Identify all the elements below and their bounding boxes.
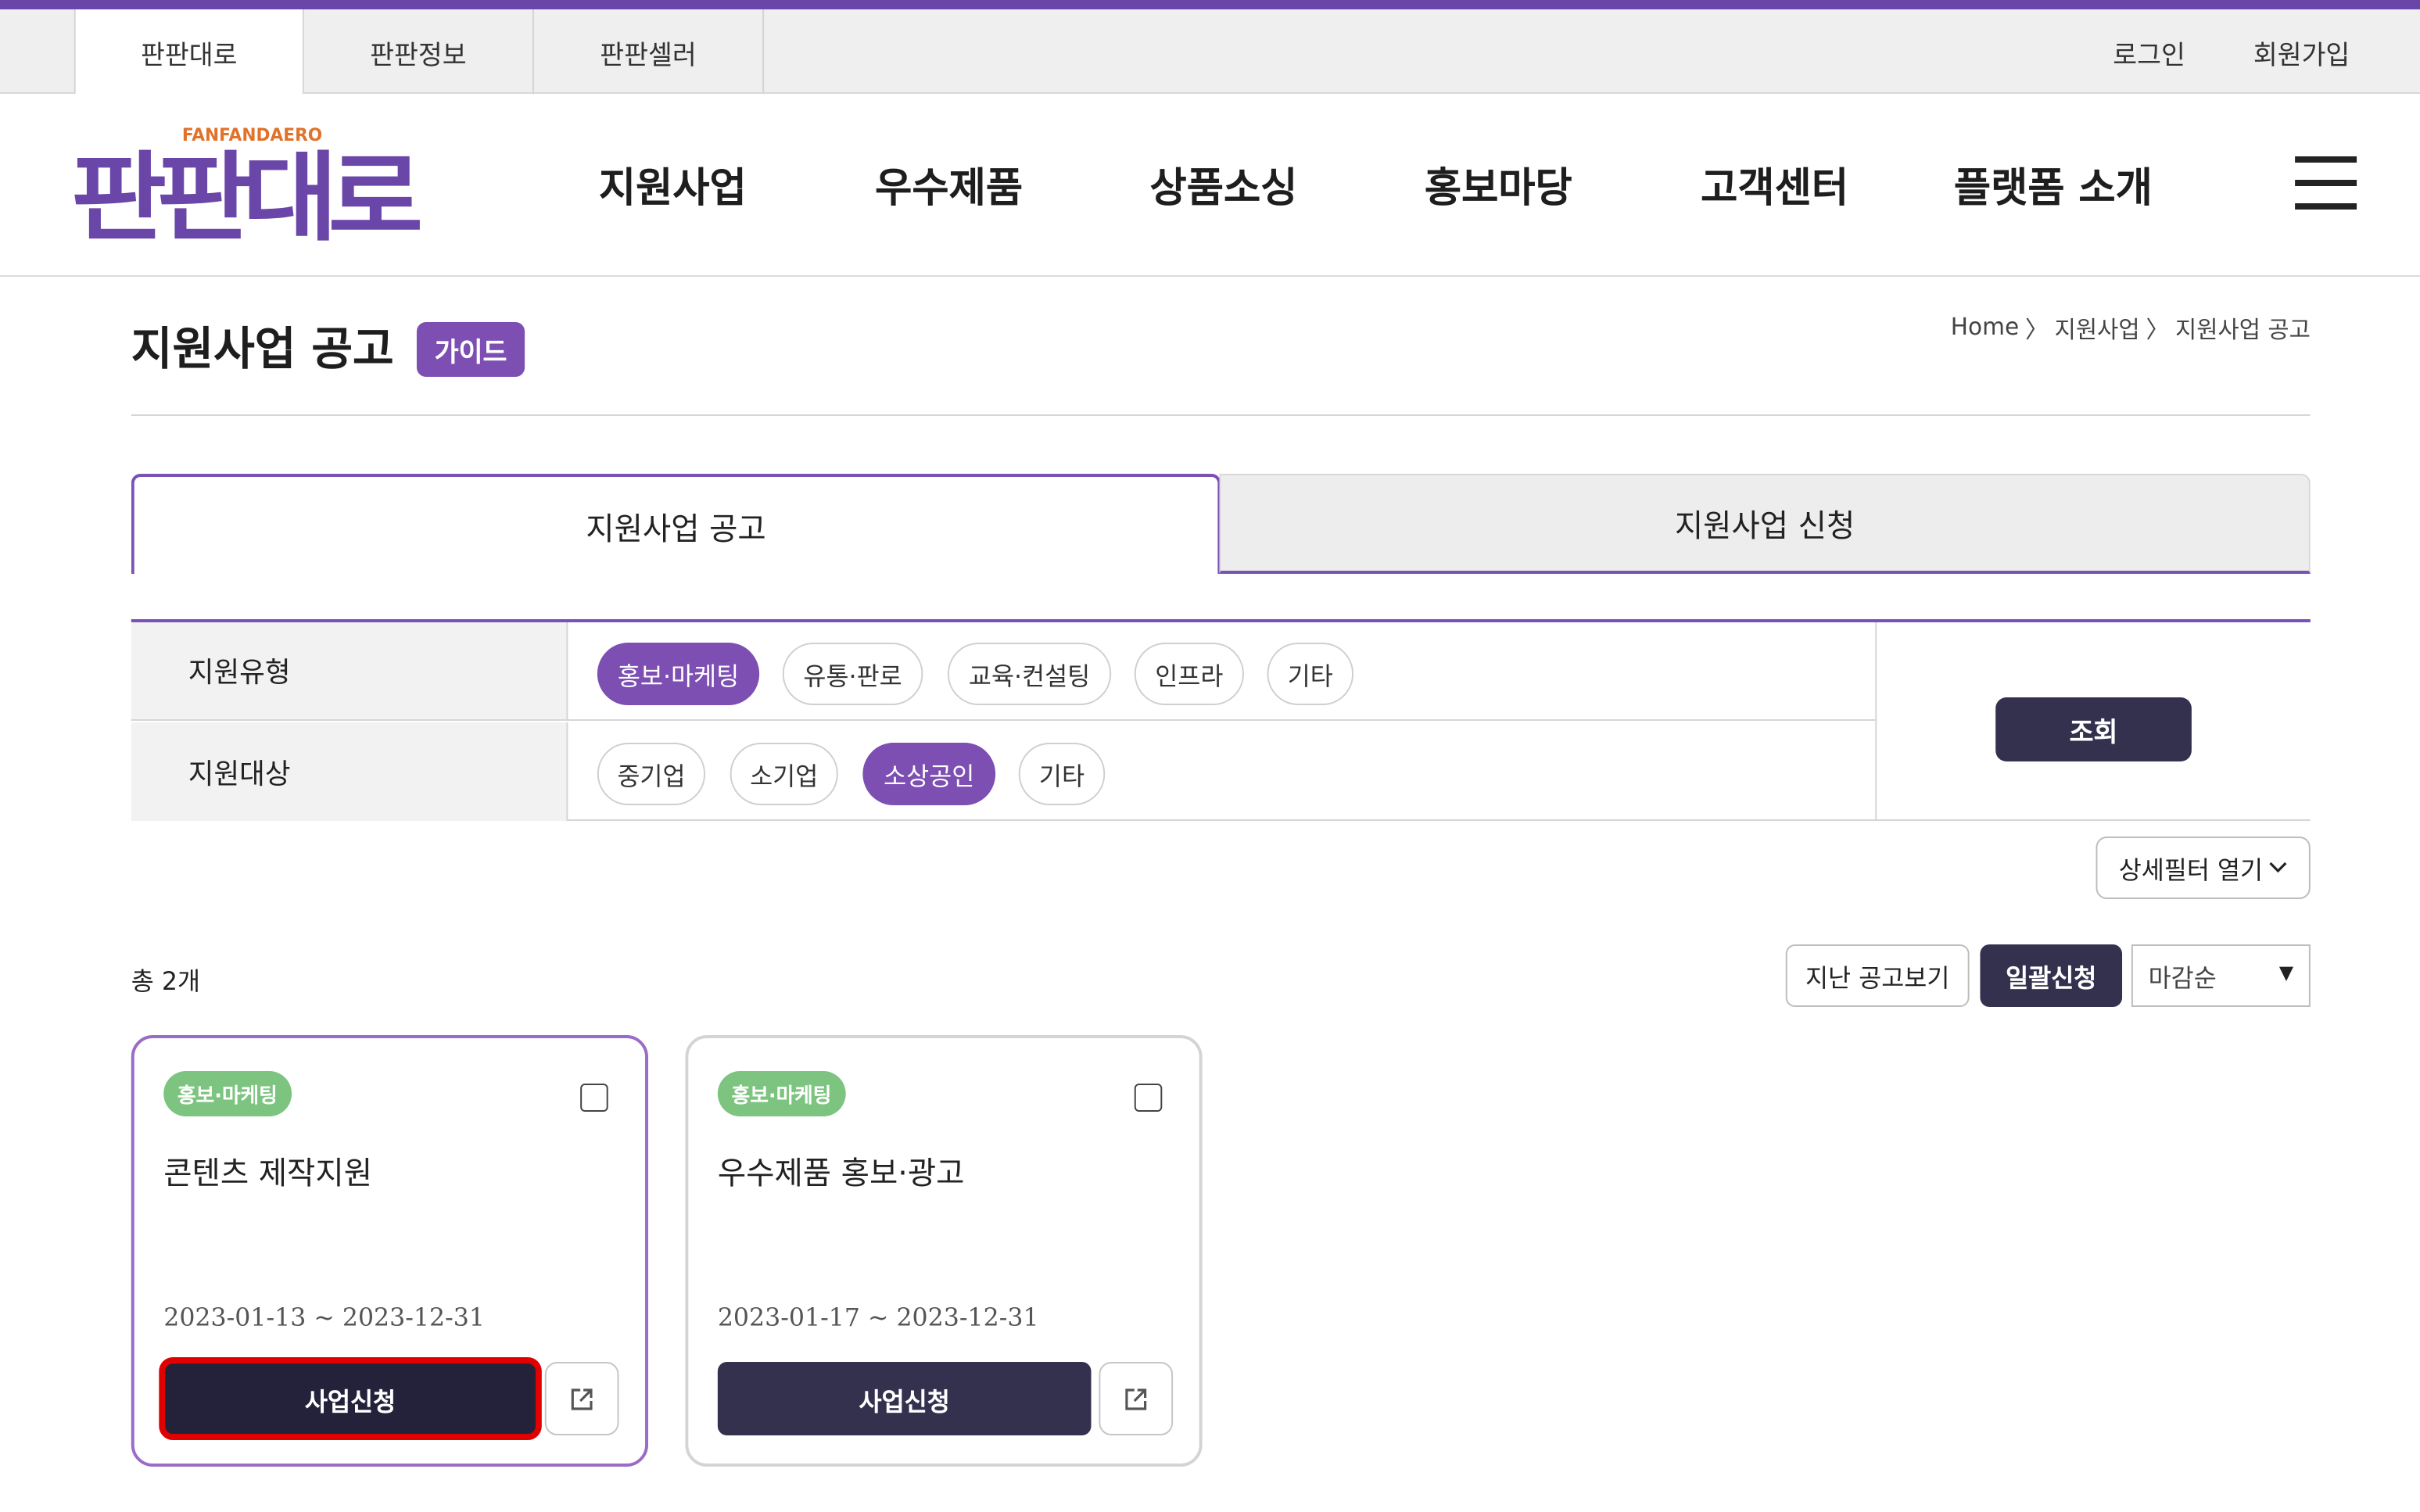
tab-support-application[interactable]: 지원사업 신청 xyxy=(1219,474,2311,574)
announcement-card: 홍보·마케팅 우수제품 홍보·광고 2023-01-17 ~ 2023-12-3… xyxy=(685,1035,1203,1467)
guide-button[interactable]: 가이드 xyxy=(416,322,525,377)
tab-support-announcement[interactable]: 지원사업 공고 xyxy=(131,474,1221,574)
site-logo[interactable]: FANFANDAERO 판판대로 xyxy=(71,122,430,255)
main-header: FANFANDAERO 판판대로 지원사업 우수제품 상품소싱 홍보마당 고객센… xyxy=(0,94,2420,277)
search-cell: 조회 xyxy=(1875,622,2311,821)
site-tab-fanfandaero[interactable]: 판판대로 xyxy=(73,9,304,95)
hamburger-menu-icon[interactable] xyxy=(2295,156,2357,210)
nav-platform-intro[interactable]: 플랫폼 소개 xyxy=(1954,94,2153,277)
nav-promotion[interactable]: 홍보마당 xyxy=(1425,94,1572,277)
top-accent-line xyxy=(0,0,2420,9)
card-checkbox[interactable] xyxy=(1134,1084,1163,1112)
breadcrumb-support[interactable]: 지원사업 xyxy=(2055,313,2140,346)
external-link-icon xyxy=(1125,1388,1147,1410)
nav-support-projects[interactable]: 지원사업 xyxy=(599,94,747,277)
chip-infra[interactable]: 인프라 xyxy=(1134,643,1244,705)
announcement-card: 홍보·마케팅 콘텐츠 제작지원 2023-01-13 ~ 2023-12-31 … xyxy=(131,1035,649,1467)
detail-filter-button[interactable]: 상세필터 열기 xyxy=(2096,837,2311,899)
chevron-down-icon xyxy=(2269,862,2287,873)
site-tab-fanfan-seller[interactable]: 판판셀러 xyxy=(534,9,765,94)
sort-select[interactable]: 마감순 ▼ xyxy=(2131,944,2311,1007)
category-badge: 홍보·마케팅 xyxy=(717,1071,846,1116)
chip-promotion-marketing[interactable]: 홍보·마케팅 xyxy=(597,643,760,705)
chip-medium-company[interactable]: 중기업 xyxy=(597,743,706,805)
chip-education-consulting[interactable]: 교육·컨설팅 xyxy=(947,643,1112,705)
nav-excellent-products[interactable]: 우수제품 xyxy=(875,94,1023,277)
filter-row-target: 지원대상 중기업 소기업 소상공인 기타 xyxy=(131,722,1875,821)
site-tab-fanfan-info[interactable]: 판판정보 xyxy=(304,9,534,94)
page-title: 지원사업 공고 xyxy=(131,322,394,375)
caret-down-icon: ▼ xyxy=(2278,962,2294,984)
utility-bar: 판판대로 판판정보 판판셀러 로그인 회원가입 xyxy=(0,9,2420,95)
apply-button[interactable]: 사업신청 xyxy=(159,1357,542,1440)
detail-filter-label: 상세필터 열기 xyxy=(2118,855,2264,885)
filter-label-target: 지원대상 xyxy=(131,722,568,821)
external-link-icon xyxy=(571,1388,593,1410)
filter-panel: 지원유형 홍보·마케팅 유통·판로 교육·컨설팅 인프라 기타 지원대상 중기업… xyxy=(131,619,2311,821)
external-link-button[interactable] xyxy=(1099,1362,1174,1435)
chip-small-company[interactable]: 소기업 xyxy=(730,743,838,805)
logo-text: 판판대로 xyxy=(71,142,420,247)
title-divider xyxy=(131,414,2311,416)
filter-label-type: 지원유형 xyxy=(131,622,568,719)
filter-row-type: 지원유형 홍보·마케팅 유통·판로 교육·컨설팅 인프라 기타 xyxy=(131,622,1876,721)
chip-type-etc[interactable]: 기타 xyxy=(1267,643,1354,705)
card-title[interactable]: 콘텐츠 제작지원 xyxy=(163,1148,372,1193)
sort-selected-value: 마감순 xyxy=(2148,963,2217,993)
breadcrumb: Home 〉 지원사업 〉 지원사업 공고 xyxy=(1951,313,2311,346)
breadcrumb-separator: 〉 xyxy=(2146,316,2170,344)
breadcrumb-home[interactable]: Home xyxy=(1951,313,2019,346)
card-title[interactable]: 우수제품 홍보·광고 xyxy=(718,1148,965,1193)
signup-link[interactable]: 회원가입 xyxy=(2253,9,2350,94)
past-announcements-button[interactable]: 지난 공고보기 xyxy=(1785,944,1970,1007)
category-badge: 홍보·마케팅 xyxy=(163,1071,292,1116)
apply-button[interactable]: 사업신청 xyxy=(717,1362,1092,1435)
search-button[interactable]: 조회 xyxy=(1995,697,2192,761)
total-count: 총 2개 xyxy=(131,966,201,996)
bulk-apply-button[interactable]: 일괄신청 xyxy=(1980,944,2123,1007)
chip-distribution[interactable]: 유통·판로 xyxy=(782,643,923,705)
login-link[interactable]: 로그인 xyxy=(2113,9,2185,94)
card-checkbox[interactable] xyxy=(580,1084,608,1112)
logo-graphic: FANFANDAERO 판판대로 xyxy=(71,126,430,255)
chip-small-business[interactable]: 소상공인 xyxy=(862,743,996,805)
nav-product-sourcing[interactable]: 상품소싱 xyxy=(1150,94,1298,277)
external-link-button[interactable] xyxy=(544,1362,619,1435)
breadcrumb-current: 지원사업 공고 xyxy=(2174,316,2311,344)
card-period: 2023-01-17 ~ 2023-12-31 xyxy=(717,1302,1039,1332)
chip-target-etc[interactable]: 기타 xyxy=(1018,743,1106,805)
breadcrumb-separator: 〉 xyxy=(2025,316,2049,344)
nav-customer-center[interactable]: 고객센터 xyxy=(1701,94,1848,277)
card-period: 2023-01-13 ~ 2023-12-31 xyxy=(163,1302,485,1332)
